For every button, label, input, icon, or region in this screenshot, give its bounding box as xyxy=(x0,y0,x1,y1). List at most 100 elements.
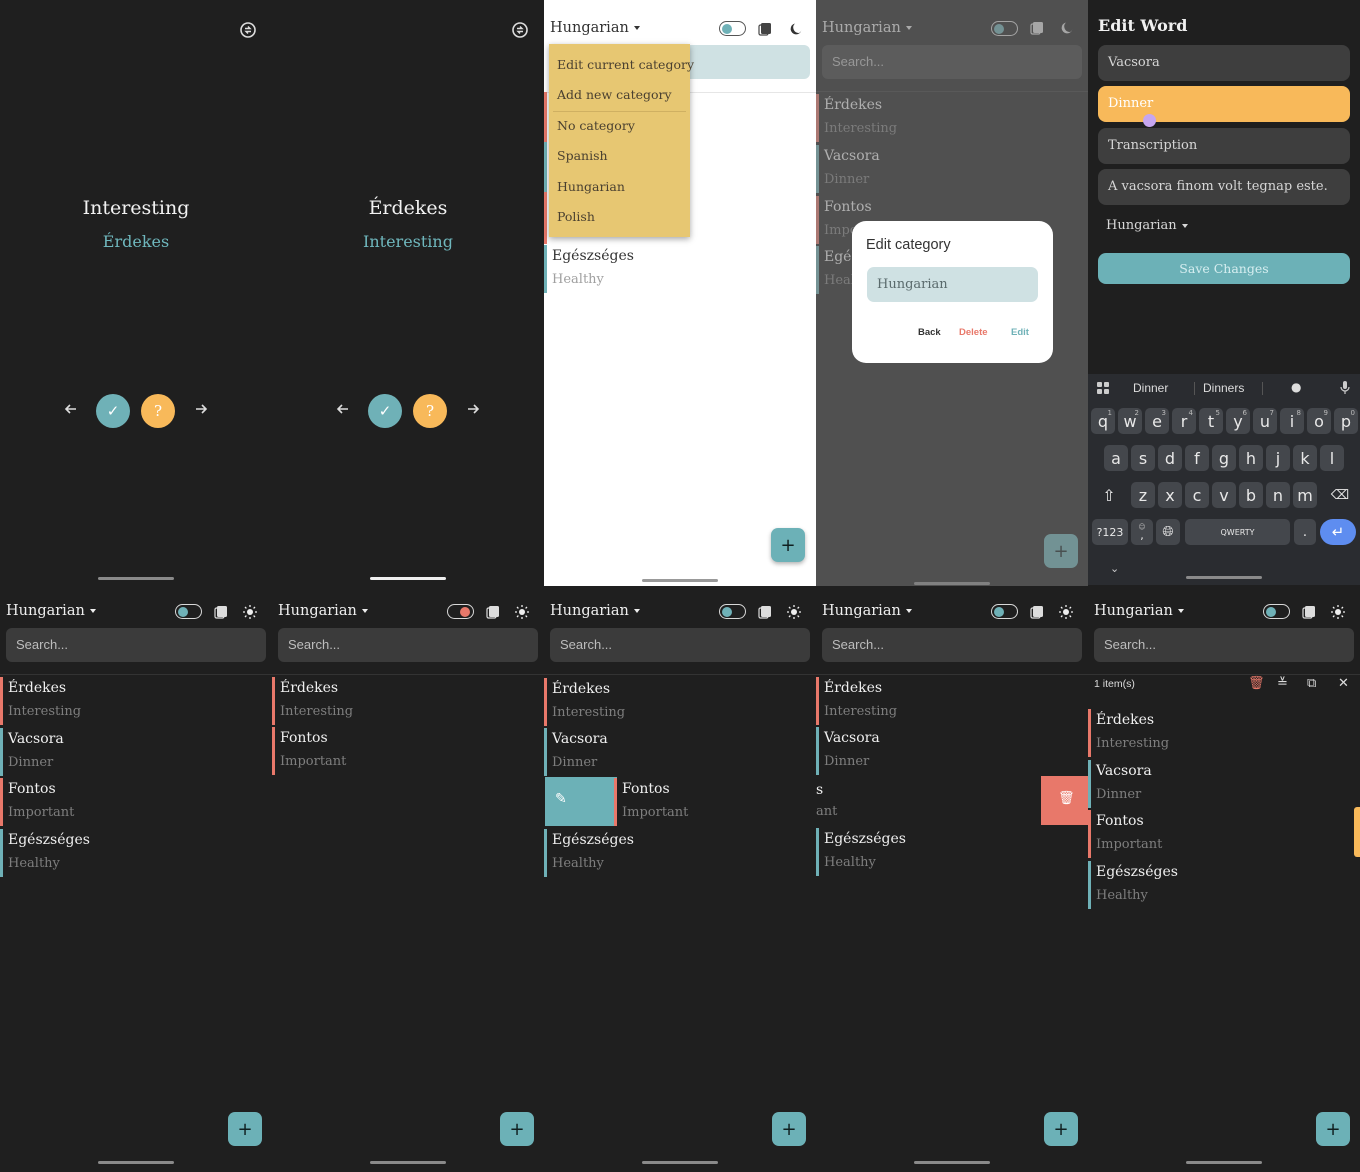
comma-key[interactable]: ☺, xyxy=(1131,519,1153,545)
key-h[interactable]: h xyxy=(1239,445,1263,471)
review-mode-toggle[interactable] xyxy=(719,604,746,619)
list-item[interactable]: Vacsora Dinner xyxy=(0,727,272,776)
list-item[interactable]: Érdekes Interesting xyxy=(1088,709,1360,757)
language-selector[interactable]: Hungarian xyxy=(278,603,368,619)
list-item[interactable]: Vacsora Dinner xyxy=(1088,759,1360,808)
review-mode-toggle[interactable] xyxy=(175,604,202,619)
globe-key[interactable]: 🌐︎ xyxy=(1156,519,1180,545)
key-l[interactable]: l xyxy=(1320,445,1344,471)
emoji-suggestion-icon[interactable]: ● xyxy=(1291,380,1301,394)
key-n[interactable]: n xyxy=(1266,482,1290,508)
list-item[interactable]: Fontos Important xyxy=(1088,810,1360,858)
sun-icon[interactable] xyxy=(787,604,801,619)
menu-item-hungarian[interactable]: Hungarian xyxy=(557,179,625,194)
list-item[interactable]: Egészséges Healthy xyxy=(0,828,272,877)
moon-icon[interactable] xyxy=(789,22,803,36)
key-o[interactable]: o9 xyxy=(1307,408,1331,434)
review-mode-toggle[interactable] xyxy=(1263,604,1290,619)
search-input[interactable]: Search... xyxy=(1094,628,1354,662)
language-selector[interactable]: Hungarian xyxy=(550,603,640,619)
review-mode-toggle[interactable] xyxy=(991,604,1018,619)
list-item[interactable]: Egészséges Healthy xyxy=(544,245,816,293)
key-j[interactable]: j xyxy=(1266,445,1290,471)
scroll-indicator[interactable] xyxy=(1354,807,1360,857)
delete-selected-button[interactable]: 🗑︎ xyxy=(1248,676,1265,692)
key-b[interactable]: b xyxy=(1239,482,1263,508)
list-item[interactable]: Egészséges Healthy xyxy=(544,829,816,877)
flashcards-icon[interactable] xyxy=(486,604,500,619)
text-cursor-handle[interactable] xyxy=(1143,114,1156,127)
search-input[interactable]: Search... xyxy=(822,628,1082,662)
example-field[interactable]: A vacsora finom volt tegnap este. xyxy=(1098,169,1350,205)
add-word-button[interactable]: + xyxy=(228,1112,262,1146)
list-item[interactable]: Egészséges Healthy xyxy=(816,828,1088,876)
add-word-button[interactable]: + xyxy=(500,1112,534,1146)
category-name-input[interactable]: Hungarian xyxy=(867,267,1038,302)
unsure-button[interactable]: ? xyxy=(413,394,447,428)
sun-icon[interactable] xyxy=(1059,604,1073,619)
shift-key[interactable]: ⇧ xyxy=(1092,482,1126,508)
menu-item-add-category[interactable]: Add new category xyxy=(557,87,672,102)
language-selector[interactable]: Hungarian xyxy=(822,603,912,619)
add-word-button[interactable]: + xyxy=(771,528,805,562)
language-selector[interactable]: Hungarian xyxy=(6,603,96,619)
add-word-button[interactable]: + xyxy=(1044,1112,1078,1146)
key-x[interactable]: x xyxy=(1158,482,1182,508)
add-word-button[interactable]: + xyxy=(772,1112,806,1146)
language-selector[interactable]: Hungarian xyxy=(1094,603,1184,619)
search-input[interactable]: Search... xyxy=(550,628,810,662)
key-t[interactable]: t5 xyxy=(1199,408,1223,434)
key-d[interactable]: d xyxy=(1158,445,1182,471)
arrow-right-icon[interactable] xyxy=(192,400,210,418)
know-button[interactable]: ✓ xyxy=(368,394,402,428)
period-key[interactable]: . xyxy=(1294,519,1316,545)
microphone-icon[interactable] xyxy=(1340,381,1350,395)
menu-item-edit-category[interactable]: Edit current category xyxy=(557,57,694,72)
sun-icon[interactable] xyxy=(243,604,257,619)
arrow-left-icon[interactable] xyxy=(62,400,80,418)
key-c[interactable]: c xyxy=(1185,482,1209,508)
sun-icon[interactable] xyxy=(1331,604,1345,619)
list-item[interactable]: Fontos Important xyxy=(0,778,272,826)
flashcards-icon[interactable] xyxy=(214,604,228,619)
flashcard-front[interactable]: Érdekes xyxy=(272,197,544,219)
suggestion-1[interactable]: Dinner xyxy=(1133,381,1168,395)
know-button[interactable]: ✓ xyxy=(96,394,130,428)
key-w[interactable]: w2 xyxy=(1118,408,1142,434)
edit-button[interactable]: Edit xyxy=(1011,327,1029,338)
apps-grid-icon[interactable] xyxy=(1097,382,1109,394)
key-r[interactable]: r4 xyxy=(1172,408,1196,434)
theme-toggle[interactable] xyxy=(719,21,746,36)
key-e[interactable]: e3 xyxy=(1145,408,1169,434)
menu-item-no-category[interactable]: No category xyxy=(557,118,635,133)
backspace-key[interactable]: ⌫ xyxy=(1323,482,1357,508)
list-item[interactable]: Érdekes Interesting xyxy=(544,678,816,726)
select-all-button[interactable]: ≚ xyxy=(1277,676,1291,692)
list-item[interactable]: Vacsora Dinner xyxy=(544,728,816,776)
menu-item-polish[interactable]: Polish xyxy=(557,209,595,224)
key-z[interactable]: z xyxy=(1131,482,1155,508)
close-selection-button[interactable]: ✕ xyxy=(1338,676,1352,692)
key-m[interactable]: m xyxy=(1293,482,1317,508)
menu-item-spanish[interactable]: Spanish xyxy=(557,148,608,163)
space-key[interactable]: QWERTY xyxy=(1185,519,1290,545)
list-item[interactable]: Érdekes Interesting xyxy=(272,677,544,725)
refresh-icon[interactable] xyxy=(238,20,258,40)
suggestion-2[interactable]: Dinners xyxy=(1203,381,1244,395)
unsure-button[interactable]: ? xyxy=(141,394,175,428)
key-k[interactable]: k xyxy=(1293,445,1317,471)
category-selector[interactable]: Hungarian xyxy=(1106,218,1188,233)
enter-key[interactable]: ↵ xyxy=(1320,519,1356,545)
language-selector[interactable]: Hungarian xyxy=(550,20,640,36)
word-field[interactable]: Vacsora xyxy=(1098,45,1350,81)
key-i[interactable]: i8 xyxy=(1280,408,1304,434)
save-changes-button[interactable]: Save Changes xyxy=(1098,253,1350,284)
key-u[interactable]: u7 xyxy=(1253,408,1277,434)
flashcards-icon[interactable] xyxy=(1030,604,1044,619)
delete-button[interactable]: Delete xyxy=(959,327,988,338)
key-g[interactable]: g xyxy=(1212,445,1236,471)
arrow-left-icon[interactable] xyxy=(334,400,352,418)
flashcards-icon[interactable] xyxy=(758,604,772,619)
key-v[interactable]: v xyxy=(1212,482,1236,508)
flashcards-icon[interactable] xyxy=(758,22,772,36)
